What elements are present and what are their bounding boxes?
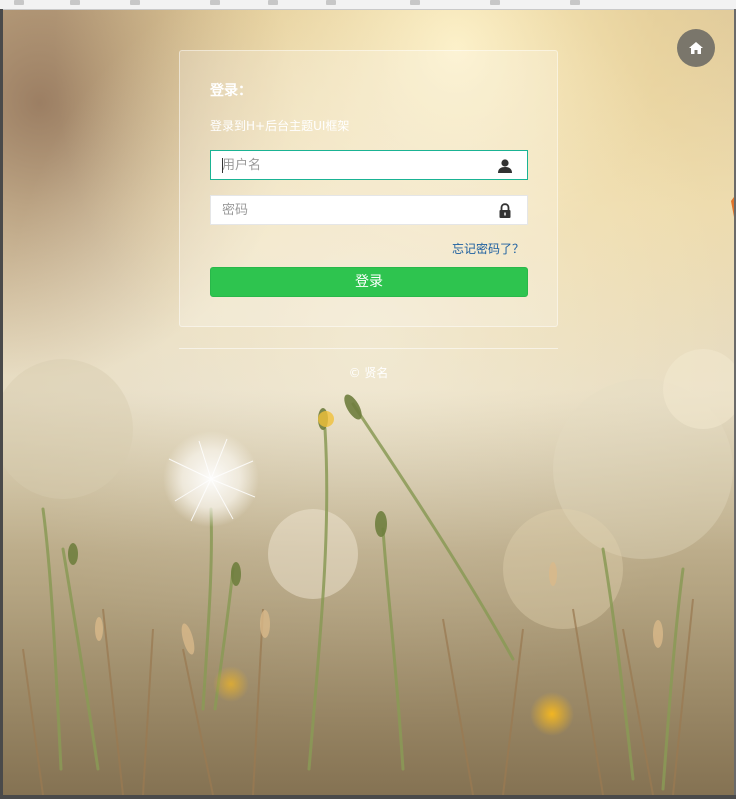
divider (179, 348, 558, 349)
copyright-text: © 贤名 (348, 366, 389, 380)
login-subtitle: 登录到H+后台主题UI框架 (210, 119, 350, 133)
bookmark-icon (210, 0, 220, 5)
login-button[interactable]: 登录 (210, 267, 528, 297)
bookmark-icon (268, 0, 278, 5)
username-input[interactable] (211, 151, 502, 179)
bookmark-icon (130, 0, 140, 5)
lock-icon (499, 203, 511, 218)
window-edge-bottom (0, 795, 736, 799)
bookmark-icon (490, 0, 500, 5)
bookmark-icon (326, 0, 336, 5)
bookmark-icon (570, 0, 580, 5)
home-icon (689, 42, 703, 54)
bookmark-icon (70, 0, 80, 5)
text-cursor (222, 158, 223, 173)
window-edge-left (0, 9, 3, 799)
forgot-password-link[interactable]: 忘记密码了？ (452, 240, 524, 257)
login-panel: 登录： 登录到H+后台主题UI框架 忘记密码了？ 登录 (179, 50, 558, 327)
bookmark-icon (410, 0, 420, 5)
password-field (210, 195, 528, 225)
user-icon (498, 159, 512, 173)
username-field (210, 150, 528, 180)
page: 登录： 登录到H+后台主题UI框架 忘记密码了？ 登录 © 贤名 (0, 0, 736, 799)
bookmark-icon (14, 0, 24, 5)
password-input[interactable] (211, 196, 502, 224)
home-button[interactable] (677, 29, 715, 67)
login-title: 登录： (210, 83, 252, 99)
browser-bookmarks-bar (0, 0, 736, 10)
dandelion (163, 431, 259, 527)
